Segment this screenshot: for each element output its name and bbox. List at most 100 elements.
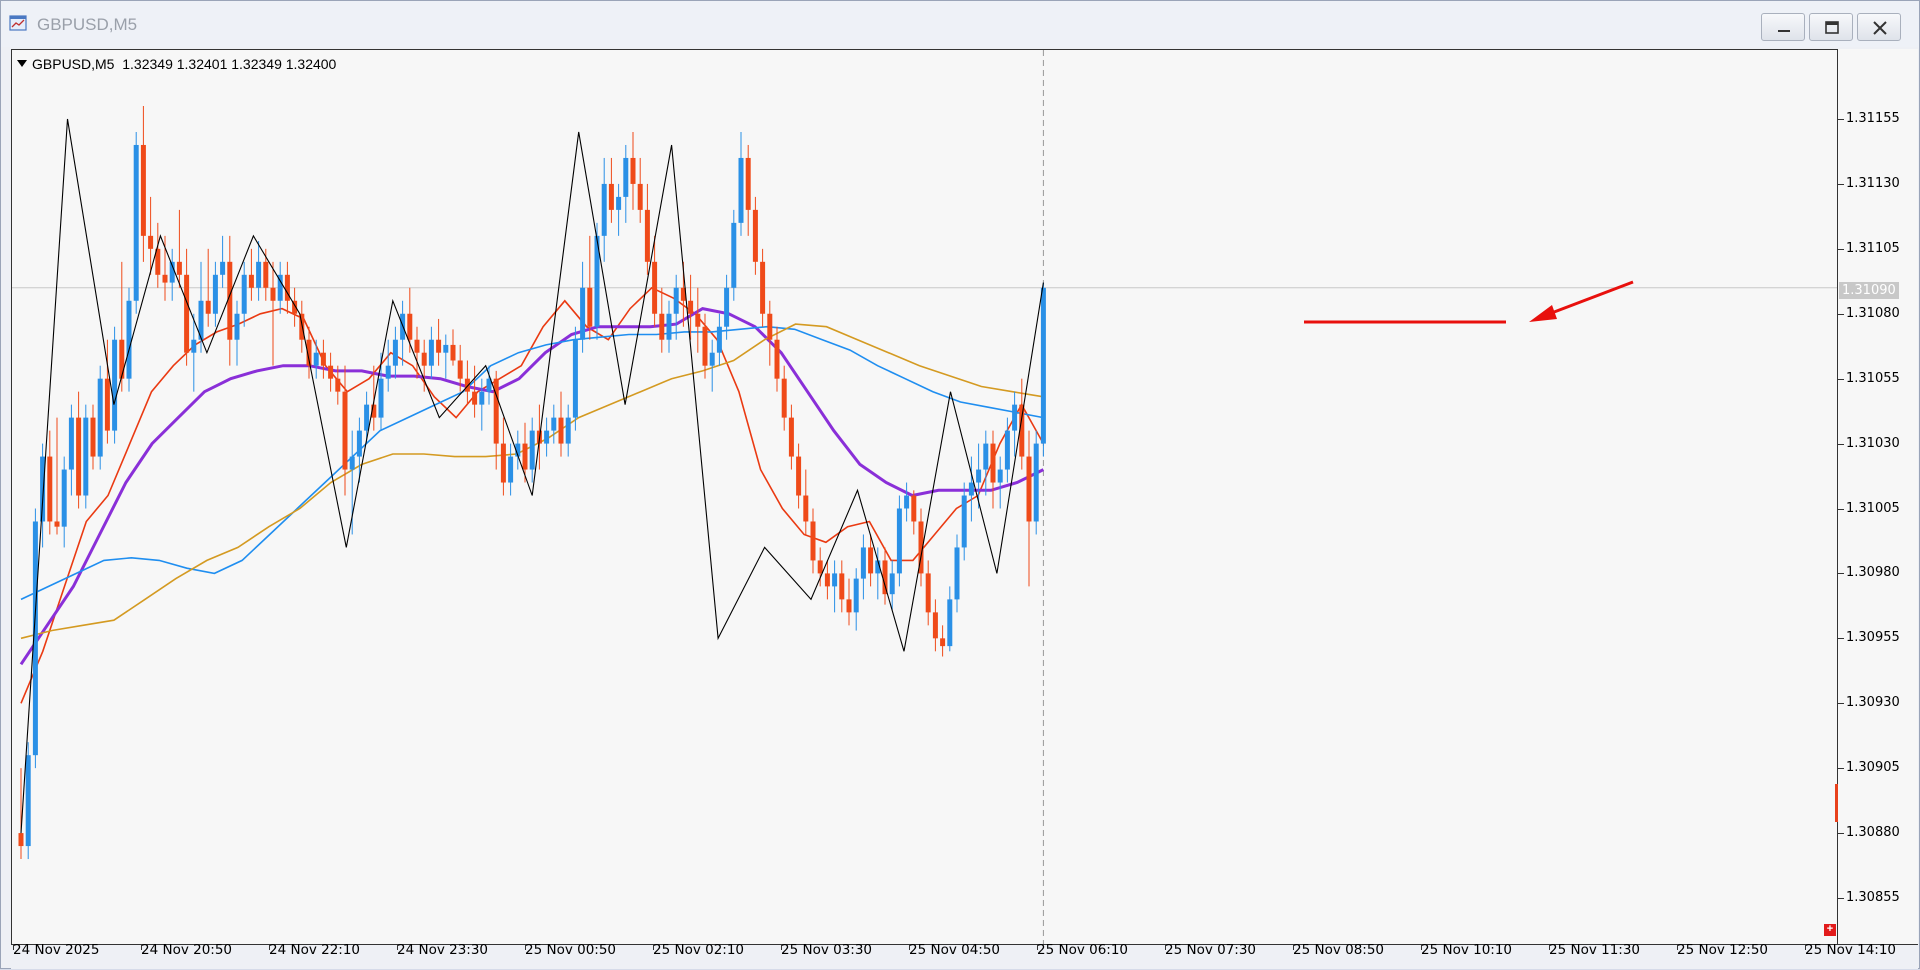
candle-body	[212, 274, 218, 314]
candle-body	[745, 157, 751, 210]
candle-body	[796, 456, 802, 496]
dropdown-triangle-icon[interactable]	[17, 60, 27, 67]
symbol-header: GBPUSD,M5 1.32349 1.32401 1.32349 1.3240…	[17, 56, 336, 72]
candle-body	[472, 391, 478, 405]
ohlc-values: 1.32349 1.32401 1.32349 1.32400	[122, 56, 337, 72]
candle-body	[724, 287, 730, 327]
candle-body	[25, 755, 31, 847]
candle-body	[623, 157, 629, 197]
candle-body	[508, 456, 514, 483]
candle-body	[817, 560, 823, 574]
candle-body	[256, 261, 262, 288]
candle-body	[702, 326, 708, 366]
candle-body	[1026, 456, 1032, 522]
candle-body	[572, 339, 578, 418]
candle-body	[565, 417, 571, 444]
candle-body	[342, 391, 348, 470]
candle-body	[126, 300, 132, 379]
candle-body	[68, 417, 74, 470]
candle-body	[889, 573, 895, 595]
candle-body	[414, 339, 420, 353]
candle-body	[335, 378, 341, 392]
candle-body	[443, 344, 449, 353]
candle-body	[961, 495, 967, 548]
candle-body	[803, 495, 809, 522]
candle-body	[1040, 287, 1046, 444]
candle-body	[140, 144, 146, 236]
candle-body	[184, 274, 190, 353]
price-label: 1.30930	[1846, 695, 1900, 711]
candle-body	[529, 430, 535, 470]
candle-body	[90, 417, 96, 457]
candle-body	[896, 508, 902, 574]
candle-body	[616, 196, 622, 210]
price-tick	[1838, 573, 1844, 575]
candle-body	[997, 469, 1003, 483]
candle-body	[644, 209, 650, 262]
candle-body	[695, 313, 701, 327]
plus-icon[interactable]: +	[1824, 924, 1836, 936]
time-label: 25 Nov 10:10	[1421, 942, 1513, 958]
candle-body	[522, 443, 528, 470]
volume-marker	[1835, 784, 1838, 822]
time-label: 25 Nov 12:50	[1677, 942, 1769, 958]
candle-body	[479, 391, 485, 405]
candle-body	[83, 417, 89, 496]
candle-body	[1004, 430, 1010, 470]
price-tick	[1838, 378, 1844, 380]
candle-body	[832, 573, 838, 587]
candle-body	[580, 287, 586, 340]
time-label: 25 Nov 08:50	[1293, 942, 1385, 958]
candle-body	[824, 573, 830, 587]
price-tick	[1838, 768, 1844, 770]
candle-body	[608, 183, 614, 210]
candle-body	[954, 547, 960, 600]
price-tick	[1838, 508, 1844, 510]
ma-line-purple	[19, 307, 1045, 666]
candle-body	[1033, 443, 1039, 522]
candle-body	[767, 313, 773, 340]
candle-body	[558, 417, 564, 444]
candle-body	[968, 482, 974, 496]
candle-body	[544, 430, 550, 444]
time-label: 24 Nov 23:30	[397, 942, 489, 958]
candle-body	[54, 521, 60, 527]
candle-body	[846, 599, 852, 613]
candle-body	[738, 157, 744, 223]
candle-body	[652, 261, 658, 314]
candle-body	[839, 573, 845, 600]
candle-body	[349, 456, 355, 470]
candle-body	[392, 339, 398, 366]
candle-body	[407, 313, 413, 340]
candle-body	[781, 378, 787, 418]
price-tick	[1838, 833, 1844, 835]
price-tick	[1838, 313, 1844, 315]
candle-body	[47, 456, 53, 522]
candle-body	[97, 378, 103, 457]
time-label: 24 Nov 20:50	[141, 942, 233, 958]
candle-body	[932, 612, 938, 639]
candle-body	[364, 404, 370, 431]
candle-body	[320, 352, 326, 366]
candle-body	[191, 339, 197, 353]
chart-window: GBPUSD,M5 GBPUSD,M5 1.32349 1.32401 1.32…	[0, 0, 1920, 969]
candle-body	[752, 209, 758, 262]
candle-body	[270, 287, 276, 301]
candle-body	[356, 430, 362, 457]
price-label: 1.31105	[1846, 240, 1900, 256]
candle-body	[637, 183, 643, 210]
candle-body	[810, 521, 816, 561]
candle-body	[551, 417, 557, 431]
candle-body	[983, 443, 989, 470]
candle-body	[241, 274, 247, 314]
candle-body	[457, 360, 463, 379]
time-label: 25 Nov 02:10	[653, 942, 745, 958]
candle-body	[263, 261, 269, 288]
candle-body	[882, 560, 888, 595]
price-tick	[1838, 638, 1844, 640]
price-label: 1.31030	[1846, 435, 1900, 451]
candle-body	[666, 313, 672, 340]
candle-body	[601, 183, 607, 236]
time-label: 25 Nov 03:30	[781, 942, 873, 958]
candle-body	[947, 599, 953, 647]
